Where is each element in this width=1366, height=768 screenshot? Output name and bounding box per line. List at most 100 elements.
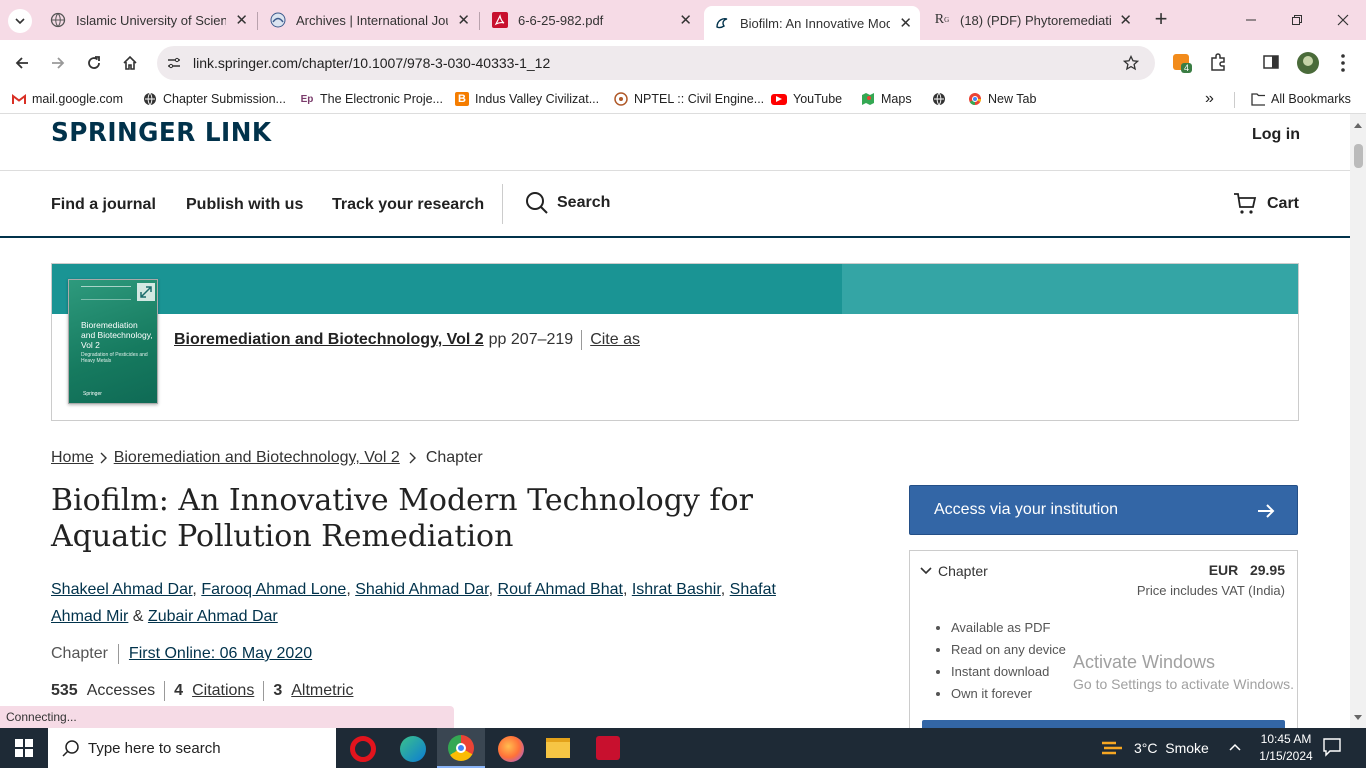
maps-icon [861,92,875,106]
bookmark-item[interactable]: New Tab [968,92,1036,106]
clock[interactable]: 10:45 AM 1/15/2024 [1254,731,1318,765]
browser-tab-active[interactable]: Biofilm: An Innovative Mode ✕ [704,6,920,40]
bookmark-item[interactable] [932,92,952,106]
bookmark-label: Indus Valley Civilizat... [475,92,600,106]
weather-widget[interactable]: 3°C Smoke [1100,737,1209,759]
new-tab-button[interactable]: + [1150,8,1172,32]
author-link[interactable]: Farooq Ahmad Lone [201,581,346,598]
close-tab-icon[interactable]: ✕ [899,14,912,32]
browser-tab[interactable]: Archives | International Journ ✕ [260,0,478,40]
close-tab-icon[interactable]: ✕ [1119,11,1132,29]
expand-cover-button[interactable] [137,283,155,301]
extension-badge: 4 [1181,63,1193,73]
author-link[interactable]: Rouf Ahmad Bhat [498,581,623,598]
home-button[interactable] [115,48,145,78]
citations-link[interactable]: Citations [192,682,254,700]
first-online-link[interactable]: First Online: 06 May 2020 [129,645,312,663]
browser-tab[interactable]: 6-6-25-982.pdf ✕ [482,0,700,40]
author-link[interactable]: Ishrat Bashir [632,581,721,598]
author-link[interactable]: Shahid Ahmad Dar [355,581,488,598]
tray-overflow-button[interactable] [1228,740,1242,759]
author-link[interactable]: Zubair Ahmad Dar [148,608,278,625]
extensions-menu-button[interactable] [1208,52,1228,77]
cart-button[interactable]: Cart [1233,192,1299,216]
profile-avatar[interactable] [1297,52,1319,74]
bookmark-item[interactable]: YouTube [771,92,842,106]
all-bookmarks-button[interactable]: All Bookmarks [1251,92,1351,106]
firefox-app[interactable] [498,736,524,762]
springer-icon [714,15,730,31]
cart-icon [1234,193,1257,214]
windows-taskbar: Type here to search 3°C Smoke 10:45 AM 1… [0,728,1366,768]
search-button[interactable]: Search [525,191,610,215]
access-institution-button[interactable]: Access via your institution [909,485,1298,535]
scroll-up-icon[interactable] [1354,122,1362,128]
breadcrumb-home[interactable]: Home [51,449,94,467]
file-explorer-app[interactable] [546,738,570,758]
taskbar-search[interactable]: Type here to search [48,728,336,768]
close-tab-icon[interactable]: ✕ [457,11,470,29]
close-window-button[interactable] [1328,8,1358,32]
nav-publish[interactable]: Publish with us [186,196,303,214]
nav-bottom-border [0,236,1350,238]
springer-logo[interactable]: SPRINGER LINK [51,118,271,148]
browser-tab-strip: Islamic University of Science ✕ Archives… [0,0,1366,40]
minimize-icon [1246,19,1256,21]
chrome-app-active[interactable] [437,728,485,768]
scrollbar-thumb[interactable] [1354,144,1363,168]
browser-tab[interactable]: Islamic University of Science ✕ [40,0,256,40]
reload-button[interactable] [79,48,109,78]
browser-tab[interactable]: RG (18) (PDF) Phytoremediation ✕ [924,0,1140,40]
tab-search-button[interactable] [8,9,32,33]
purchase-item-toggle[interactable]: Chapter [920,563,988,579]
cite-as-link[interactable]: Cite as [590,331,640,349]
author-link[interactable]: Shakeel Ahmad Dar [51,581,192,598]
notifications-button[interactable] [1322,737,1344,759]
bookmarks-overflow-button[interactable]: » [1205,90,1214,108]
chevron-up-icon [1229,743,1241,751]
chevron-down-icon [15,18,25,25]
back-button[interactable] [7,48,37,78]
browser-menu-button[interactable] [1340,53,1348,73]
citations-count: 4 [174,682,184,699]
chevron-down-icon [920,567,932,575]
site-info-icon[interactable] [167,56,181,70]
bookmark-item[interactable]: mail.google.com [12,92,123,106]
book-pages: pp 207–219 [488,331,574,348]
altmetric-link[interactable]: Altmetric [291,682,353,700]
book-title-link[interactable]: Bioremediation and Biotechnology, Vol 2 [174,331,484,349]
buy-button[interactable] [922,720,1285,728]
cover-title: Bioremediation and Biotechnology, Vol 2 [81,320,153,350]
scroll-down-icon[interactable] [1354,715,1362,721]
restore-button[interactable] [1282,8,1312,32]
bookmark-item[interactable]: Chapter Submission... [143,92,286,106]
acrobat-app[interactable] [596,736,620,760]
start-button[interactable] [0,728,48,768]
edge-app[interactable] [400,736,426,762]
nav-track-research[interactable]: Track your research [332,196,484,214]
page-scrollbar[interactable] [1350,114,1366,728]
bookmark-item[interactable]: Ep The Electronic Proje... [300,92,443,106]
opera-app[interactable] [350,736,376,762]
forward-button[interactable] [43,48,73,78]
blogger-icon: B [455,92,469,106]
bookmark-item[interactable]: NPTEL :: Civil Engine... [614,92,764,106]
side-panel-button[interactable] [1262,53,1280,76]
close-tab-icon[interactable]: ✕ [679,11,692,29]
extension-button[interactable]: 4 [1173,54,1193,74]
breadcrumb-book[interactable]: Bioremediation and Biotechnology, Vol 2 [114,449,400,467]
nav-find-journal[interactable]: Find a journal [51,196,156,214]
chrome-icon [968,92,982,106]
activate-windows-subtitle: Go to Settings to activate Windows. [1073,676,1294,692]
status-text: Connecting... [6,710,77,724]
bookmark-item[interactable]: B Indus Valley Civilizat... [455,92,599,106]
side-panel-icon [1263,55,1279,69]
login-link[interactable]: Log in [1252,126,1300,144]
vat-note: Price includes VAT (India) [1136,583,1285,598]
address-bar[interactable]: link.springer.com/chapter/10.1007/978-3-… [157,46,1155,80]
bookmark-item[interactable]: Maps [861,92,912,106]
close-tab-icon[interactable]: ✕ [235,11,248,29]
minimize-button[interactable] [1236,8,1266,32]
bookmark-star-icon[interactable] [1123,55,1139,71]
book-cover[interactable]: Bioremediation and Biotechnology, Vol 2 … [68,279,158,404]
